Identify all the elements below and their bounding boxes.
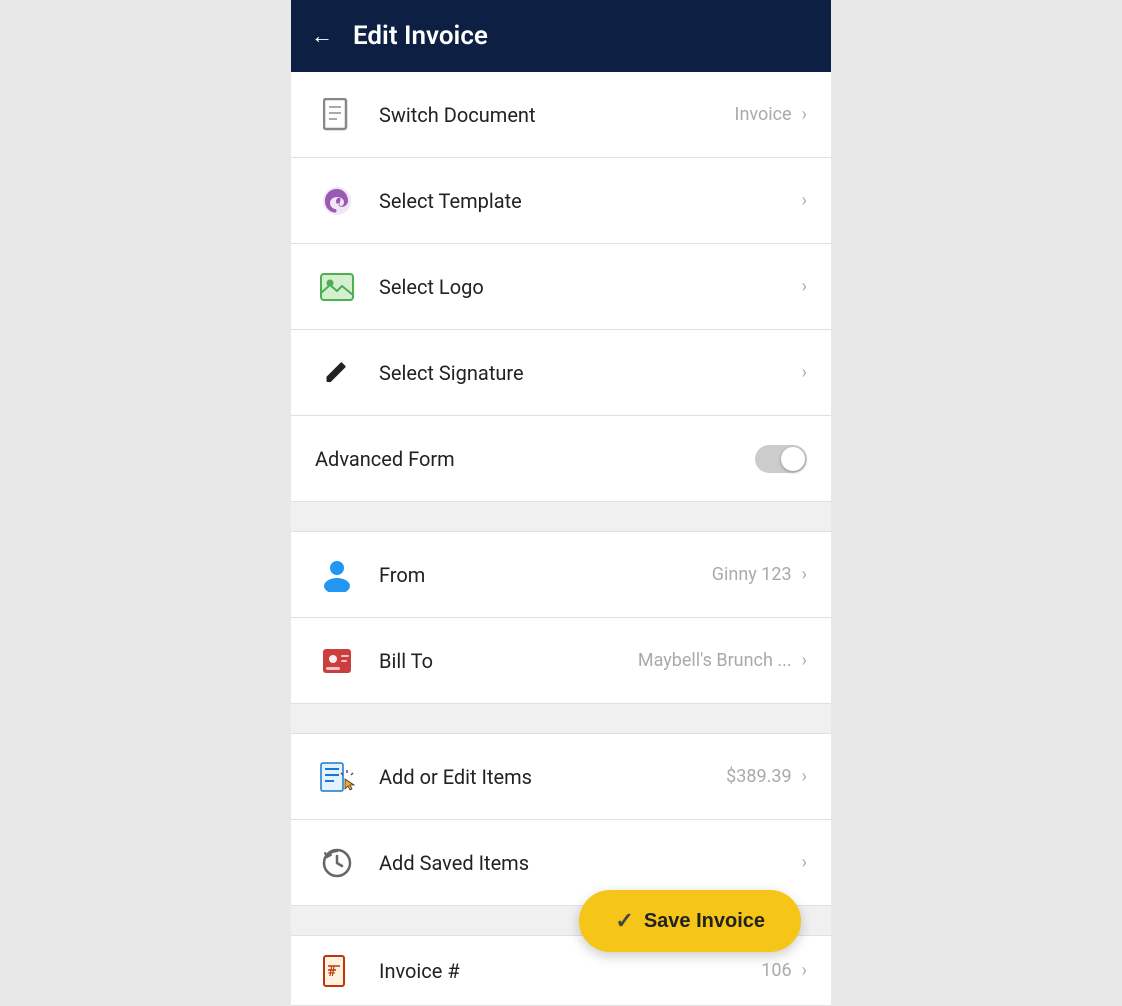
- select-signature-label: Select Signature: [379, 361, 802, 385]
- bill-to-chevron: ›: [802, 650, 807, 671]
- document-icon: [315, 98, 359, 132]
- save-invoice-button[interactable]: ✓ Save Invoice: [579, 890, 801, 952]
- add-edit-items-row[interactable]: Add or Edit Items $389.39 ›: [291, 734, 831, 820]
- bill-to-row[interactable]: Bill To Maybell's Brunch ... ›: [291, 618, 831, 704]
- bill-to-label: Bill To: [379, 649, 638, 673]
- image-icon: [315, 273, 359, 301]
- add-saved-items-label: Add Saved Items: [379, 851, 802, 875]
- switch-document-label: Switch Document: [379, 103, 735, 127]
- add-edit-items-value: $389.39: [726, 766, 791, 787]
- switch-document-row[interactable]: Switch Document Invoice ›: [291, 72, 831, 158]
- save-invoice-label: Save Invoice: [644, 910, 765, 933]
- select-template-chevron: ›: [802, 190, 807, 211]
- invoice-num-value: 106: [761, 960, 791, 981]
- select-template-row[interactable]: Select Template ›: [291, 158, 831, 244]
- advanced-form-label: Advanced Form: [315, 447, 755, 471]
- add-edit-items-chevron: ›: [802, 766, 807, 787]
- switch-document-value: Invoice: [735, 104, 792, 125]
- select-logo-chevron: ›: [802, 276, 807, 297]
- from-row[interactable]: From Ginny 123 ›: [291, 532, 831, 618]
- select-logo-row[interactable]: Select Logo ›: [291, 244, 831, 330]
- section-divider-2: [291, 704, 831, 734]
- toggle-knob: [781, 447, 805, 471]
- invoice-num-label: Invoice #: [379, 959, 761, 983]
- bill-to-value: Maybell's Brunch ...: [638, 650, 792, 671]
- select-signature-chevron: ›: [802, 362, 807, 383]
- svg-text:#: #: [328, 965, 336, 980]
- invoice-num-chevron: ›: [802, 960, 807, 981]
- select-logo-label: Select Logo: [379, 275, 802, 299]
- add-saved-items-chevron: ›: [802, 852, 807, 873]
- section-divider-1: [291, 502, 831, 532]
- contact-card-icon: [315, 645, 359, 677]
- select-signature-row[interactable]: Select Signature ›: [291, 330, 831, 416]
- select-template-label: Select Template: [379, 189, 802, 213]
- from-value: Ginny 123: [712, 564, 792, 585]
- advanced-form-row: Advanced Form: [291, 416, 831, 502]
- add-edit-items-label: Add or Edit Items: [379, 765, 726, 789]
- person-icon: [315, 558, 359, 592]
- header: ← Edit Invoice: [291, 0, 831, 72]
- check-icon: ✓: [615, 908, 633, 934]
- phone-container: ← Edit Invoice Switch Document Invoice ›…: [291, 0, 831, 1006]
- list-cursor-icon: [315, 759, 359, 795]
- back-button[interactable]: ←: [311, 23, 333, 49]
- invoice-num-icon: #: [315, 954, 359, 988]
- from-chevron: ›: [802, 564, 807, 585]
- from-label: From: [379, 563, 712, 587]
- switch-document-chevron: ›: [802, 104, 807, 125]
- page-title: Edit Invoice: [353, 21, 488, 51]
- save-button-container: ✓ Save Invoice: [579, 890, 801, 952]
- advanced-form-toggle[interactable]: [755, 445, 807, 473]
- palette-icon: [315, 185, 359, 217]
- history-icon: [315, 847, 359, 879]
- pencil-icon: [315, 359, 359, 387]
